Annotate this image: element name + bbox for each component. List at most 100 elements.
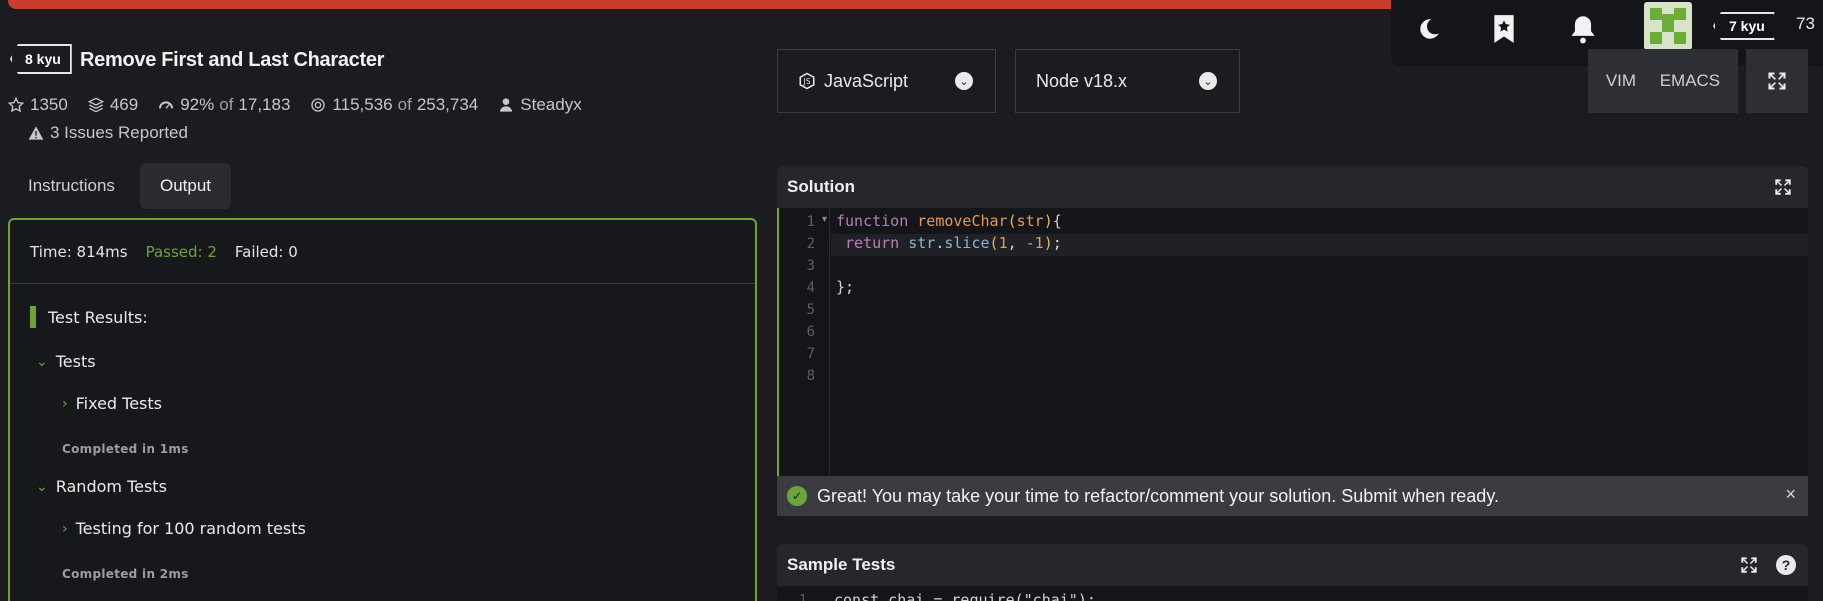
- line-number: 4: [806, 280, 815, 296]
- language-select[interactable]: JS JavaScript ⌄: [777, 49, 996, 113]
- code-token: ,: [1007, 234, 1026, 252]
- help-icon[interactable]: ?: [1776, 555, 1796, 575]
- solution-editor[interactable]: 1 2 3 4 5 6 7 8 ▾ function removeChar(str){ retu…: [777, 208, 1808, 476]
- line-number: 6: [806, 324, 815, 340]
- notice-text: Great! You may take your time to refacto…: [817, 485, 1499, 506]
- check-circle-icon: ✓: [787, 486, 807, 506]
- results-marker: [30, 306, 36, 328]
- code-token: function: [836, 212, 918, 230]
- passed-count: Passed: 2: [145, 242, 217, 261]
- group-random-tests[interactable]: ⌄ Random Tests: [36, 477, 167, 496]
- expand-icon[interactable]: [1740, 556, 1758, 574]
- code-token: str: [1016, 212, 1044, 230]
- stars-stat[interactable]: 1350: [8, 95, 68, 115]
- stars-count: 1350: [30, 95, 68, 114]
- code-token: -1: [1025, 234, 1044, 252]
- solution-header: Solution: [777, 166, 1808, 208]
- line-gutter: 1 2 3 4 5 6 7 8 ▾: [779, 208, 830, 476]
- line-number: 2: [806, 236, 815, 252]
- issues-link[interactable]: 3 Issues Reported: [28, 123, 188, 143]
- code-token: ): [1043, 212, 1053, 230]
- kata-title[interactable]: Remove First and Last Character: [80, 49, 384, 72]
- code-token: removeChar: [917, 212, 1008, 230]
- chevron-right-icon: ›: [62, 520, 68, 537]
- code-token: {: [1052, 212, 1062, 230]
- chevron-down-icon: ⌄: [1199, 72, 1217, 90]
- satisfaction-rate: 92%: [180, 95, 215, 114]
- completed-count: 115,536: [332, 95, 393, 114]
- expand-icon[interactable]: [1774, 178, 1792, 196]
- bookmark-icon[interactable]: [1487, 12, 1521, 46]
- collections-count: 469: [109, 95, 139, 114]
- code-token: return: [845, 234, 909, 252]
- results-title: Test Results:: [48, 307, 148, 327]
- code-token: str: [908, 234, 936, 252]
- success-notice: ✓ Great! You may take your time to refac…: [777, 476, 1808, 516]
- votes-count: 17,183: [238, 95, 291, 114]
- user-icon: [500, 98, 513, 112]
- code-token: ): [1043, 234, 1053, 252]
- line-number: 8: [806, 368, 815, 384]
- star-icon: [8, 97, 24, 113]
- code-token: ;: [1052, 234, 1062, 252]
- bell-icon[interactable]: [1566, 12, 1600, 46]
- sample-tests-editor[interactable]: 1 const chai = require("chai");: [777, 587, 1808, 601]
- runtime-select[interactable]: Node v18.x ⌄: [1015, 49, 1240, 113]
- language-value: JavaScript: [824, 70, 909, 91]
- run-time: Time: 814ms: [30, 242, 128, 261]
- output-panel: Time: 814ms Passed: 2 Failed: 0 Test Res…: [8, 218, 757, 601]
- satisfaction-stat: 92% of 17,183: [158, 95, 290, 115]
- completions-stat: 115,536 of 253,734: [310, 95, 478, 115]
- line-number: 1: [806, 214, 815, 230]
- code-line: return str.slice(1, -1);: [836, 234, 1062, 252]
- line-number: 7: [806, 346, 815, 362]
- issues-label: 3 Issues Reported: [50, 123, 188, 142]
- tab-instructions[interactable]: Instructions: [8, 163, 135, 209]
- sample-tests-header: Sample Tests ?: [777, 544, 1808, 586]
- test-results-heading: Test Results:: [30, 306, 148, 328]
- code-token: 1: [998, 234, 1008, 252]
- gauge-icon: [159, 101, 174, 109]
- code-line: const chai = require("chai");: [834, 591, 1096, 601]
- author-stat[interactable]: Steadyx: [498, 95, 582, 115]
- chevron-down-icon: ⌄: [36, 353, 48, 370]
- group-tests[interactable]: ⌄ Tests: [36, 352, 96, 371]
- editor-mode-group: VIM EMACS: [1588, 49, 1738, 113]
- code-token: (: [1007, 212, 1017, 230]
- line-number: 3: [806, 258, 815, 274]
- item-random-tests[interactable]: › Testing for 100 random tests: [62, 519, 306, 538]
- line-number: 5: [806, 302, 815, 318]
- chevron-down-icon: ⌄: [955, 72, 973, 90]
- fullscreen-button[interactable]: [1746, 49, 1808, 113]
- failed-count: Failed: 0: [234, 242, 298, 261]
- runtime-value: Node v18.x: [1036, 70, 1128, 91]
- vim-mode-button[interactable]: VIM: [1606, 71, 1636, 91]
- completed-time: Completed in 2ms: [62, 567, 189, 581]
- svg-text:JS: JS: [803, 77, 811, 86]
- kata-rank-badge: 8 kyu: [10, 44, 72, 74]
- tab-output[interactable]: Output: [140, 163, 232, 209]
- code-line: };: [836, 278, 854, 296]
- emacs-mode-button[interactable]: EMACS: [1660, 71, 1720, 91]
- chevron-right-icon: ›: [62, 395, 68, 412]
- code-token: };: [836, 278, 855, 296]
- close-icon[interactable]: ×: [1785, 484, 1796, 505]
- item-label: Fixed Tests: [75, 394, 162, 413]
- author-name[interactable]: Steadyx: [520, 95, 581, 115]
- code-line: function removeChar(str){: [836, 212, 1062, 230]
- of-label: of: [219, 95, 234, 114]
- item-fixed-tests[interactable]: › Fixed Tests: [62, 394, 162, 413]
- group-label: Random Tests: [55, 477, 167, 496]
- expand-icon: [1768, 72, 1786, 90]
- honor-count[interactable]: 73: [1796, 14, 1815, 34]
- user-rank-badge[interactable]: 7 kyu: [1713, 12, 1775, 40]
- chevron-down-icon: ⌄: [36, 478, 48, 495]
- fold-arrow-icon[interactable]: ▾: [822, 214, 827, 225]
- collections-stat[interactable]: 469: [87, 95, 139, 115]
- moon-icon[interactable]: [1412, 12, 1446, 46]
- of-label: of: [397, 95, 412, 114]
- avatar[interactable]: [1644, 2, 1692, 50]
- language-icon: JS: [799, 72, 815, 90]
- layers-icon: [87, 97, 104, 113]
